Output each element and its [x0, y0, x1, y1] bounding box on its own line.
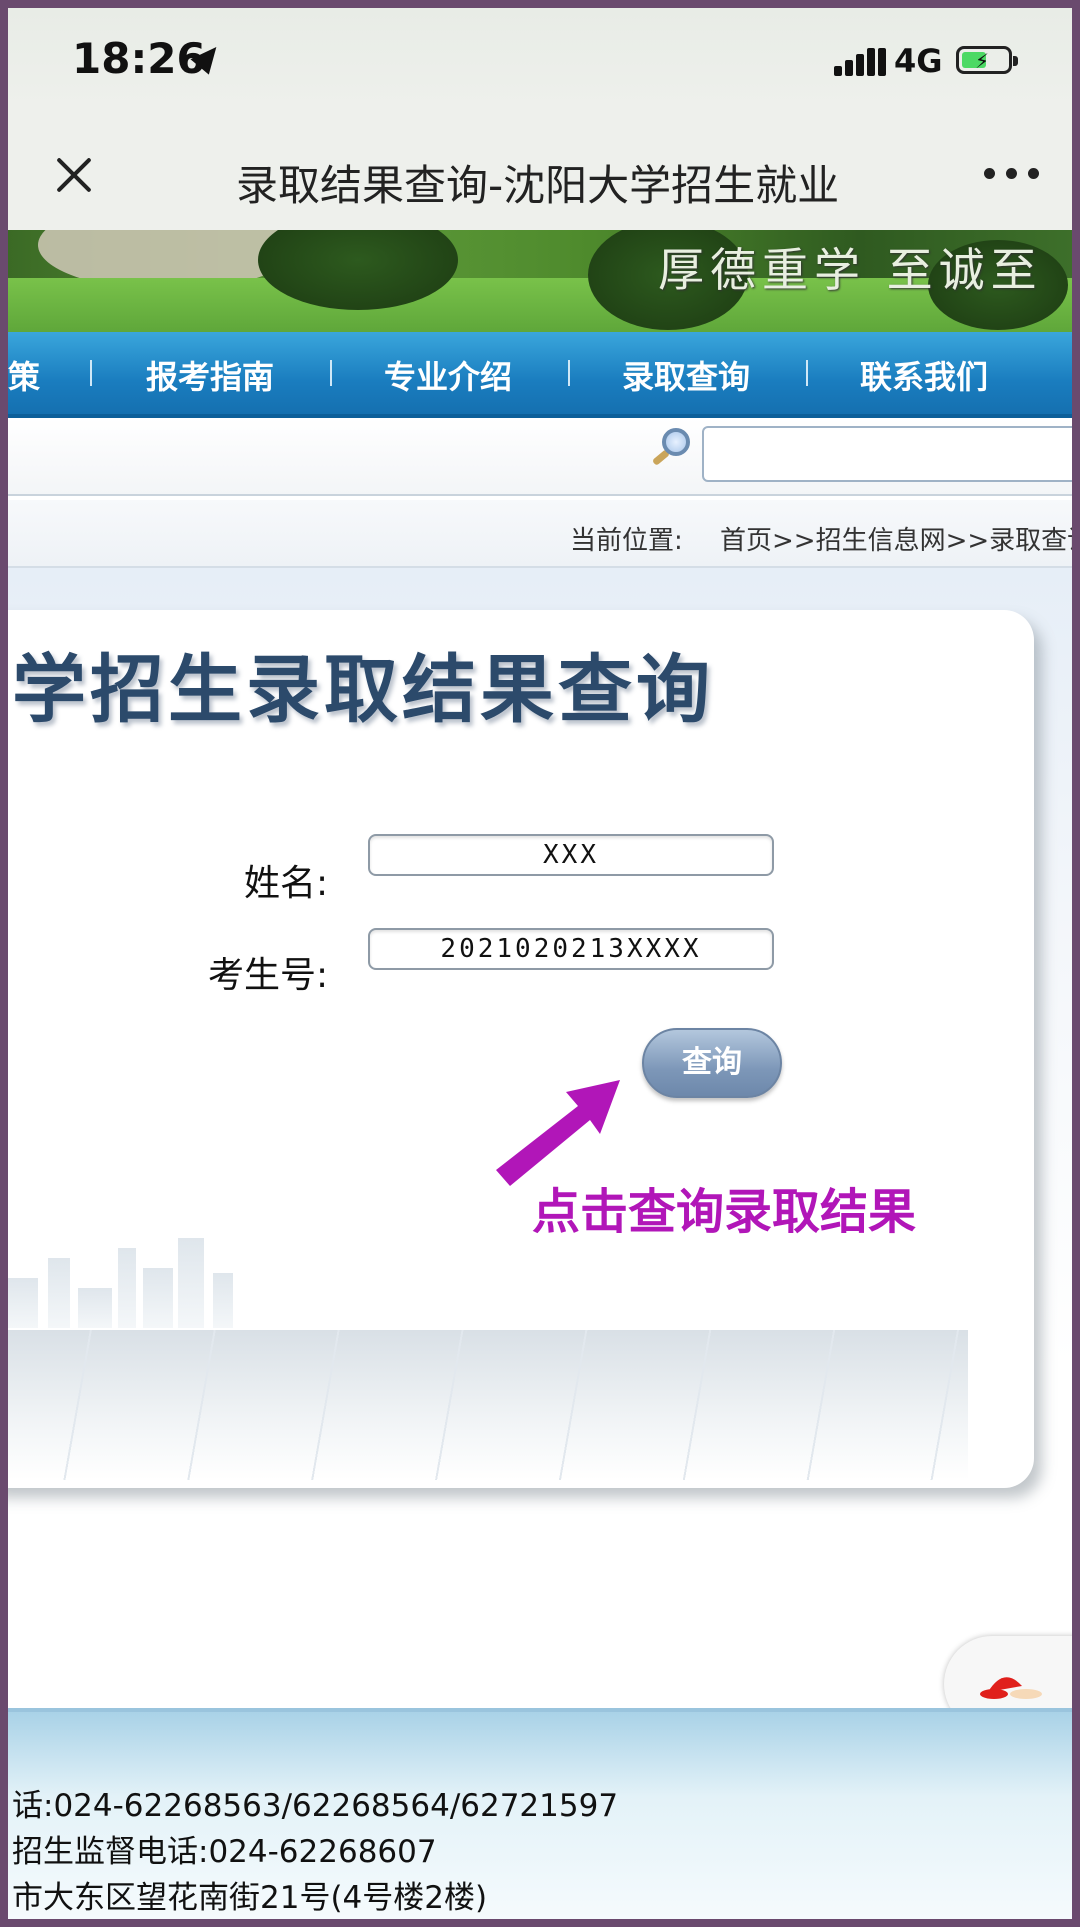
name-field[interactable]: XXX — [368, 834, 774, 876]
footer-address: 市大东区望花南街21号(4号楼2楼) — [12, 1880, 488, 1916]
search-icon[interactable] — [650, 426, 696, 472]
menu-item-contact[interactable]: 联系我们 — [860, 352, 988, 398]
menu-item-majors[interactable]: 专业介绍 — [384, 352, 512, 398]
name-label: 姓名: — [244, 863, 329, 904]
pointer-arrow-icon — [496, 1080, 620, 1186]
panel-heading: 学招生录取结果查询 — [12, 647, 714, 733]
network-type: 4G — [894, 42, 943, 80]
instruction-hint: 点击查询录取结果 — [532, 1184, 917, 1240]
breadcrumb-label: 当前位置: — [570, 526, 683, 556]
site-banner: 厚德重学 至诚至 — [8, 230, 1072, 332]
query-button[interactable]: 查询 — [642, 1028, 782, 1098]
menu-item-admission-query[interactable]: 录取查询 — [622, 352, 750, 398]
search-input[interactable] — [702, 426, 1072, 482]
footer-supervision-phone: 招生监督电话:024-62268607 — [12, 1834, 437, 1870]
skyline-decoration — [8, 1238, 1032, 1328]
page-footer: 话:024-62268563/62268564/62721597 招生监督电话:… — [8, 1708, 1072, 1919]
footer-phone: 话:024-62268563/62268564/62721597 — [12, 1788, 619, 1824]
status-time: 18:26 — [72, 34, 206, 83]
query-panel — [8, 610, 1034, 1488]
phone-screen: 18:26 4G ⚡ 录取结果查询-沈阳大学招生就业 厚德重学 至诚至 策 报考… — [8, 8, 1072, 1919]
close-icon[interactable] — [54, 154, 94, 194]
signal-icon — [834, 46, 886, 76]
banner-motto: 厚德重学 至诚至 — [658, 243, 1043, 297]
more-options-icon[interactable] — [984, 168, 1044, 182]
breadcrumb-path[interactable]: 首页>>招生信息网>>录取查询 — [720, 520, 1072, 557]
exam-id-field[interactable]: 2021020213XXXX — [368, 928, 774, 970]
floor-decoration — [8, 1330, 968, 1480]
logo-icon[interactable] — [974, 1666, 1046, 1702]
menu-item-policy[interactable]: 策 — [8, 352, 40, 398]
exam-id-label: 考生号: — [208, 955, 329, 996]
page-title: 录取结果查询-沈阳大学招生就业 — [236, 161, 840, 210]
menu-item-guide[interactable]: 报考指南 — [146, 352, 274, 398]
status-bar: 18:26 4G ⚡ — [8, 8, 1072, 108]
battery-icon: ⚡ — [956, 46, 1018, 74]
main-menu: 策 报考指南 专业介绍 录取查询 联系我们 — [8, 332, 1072, 418]
